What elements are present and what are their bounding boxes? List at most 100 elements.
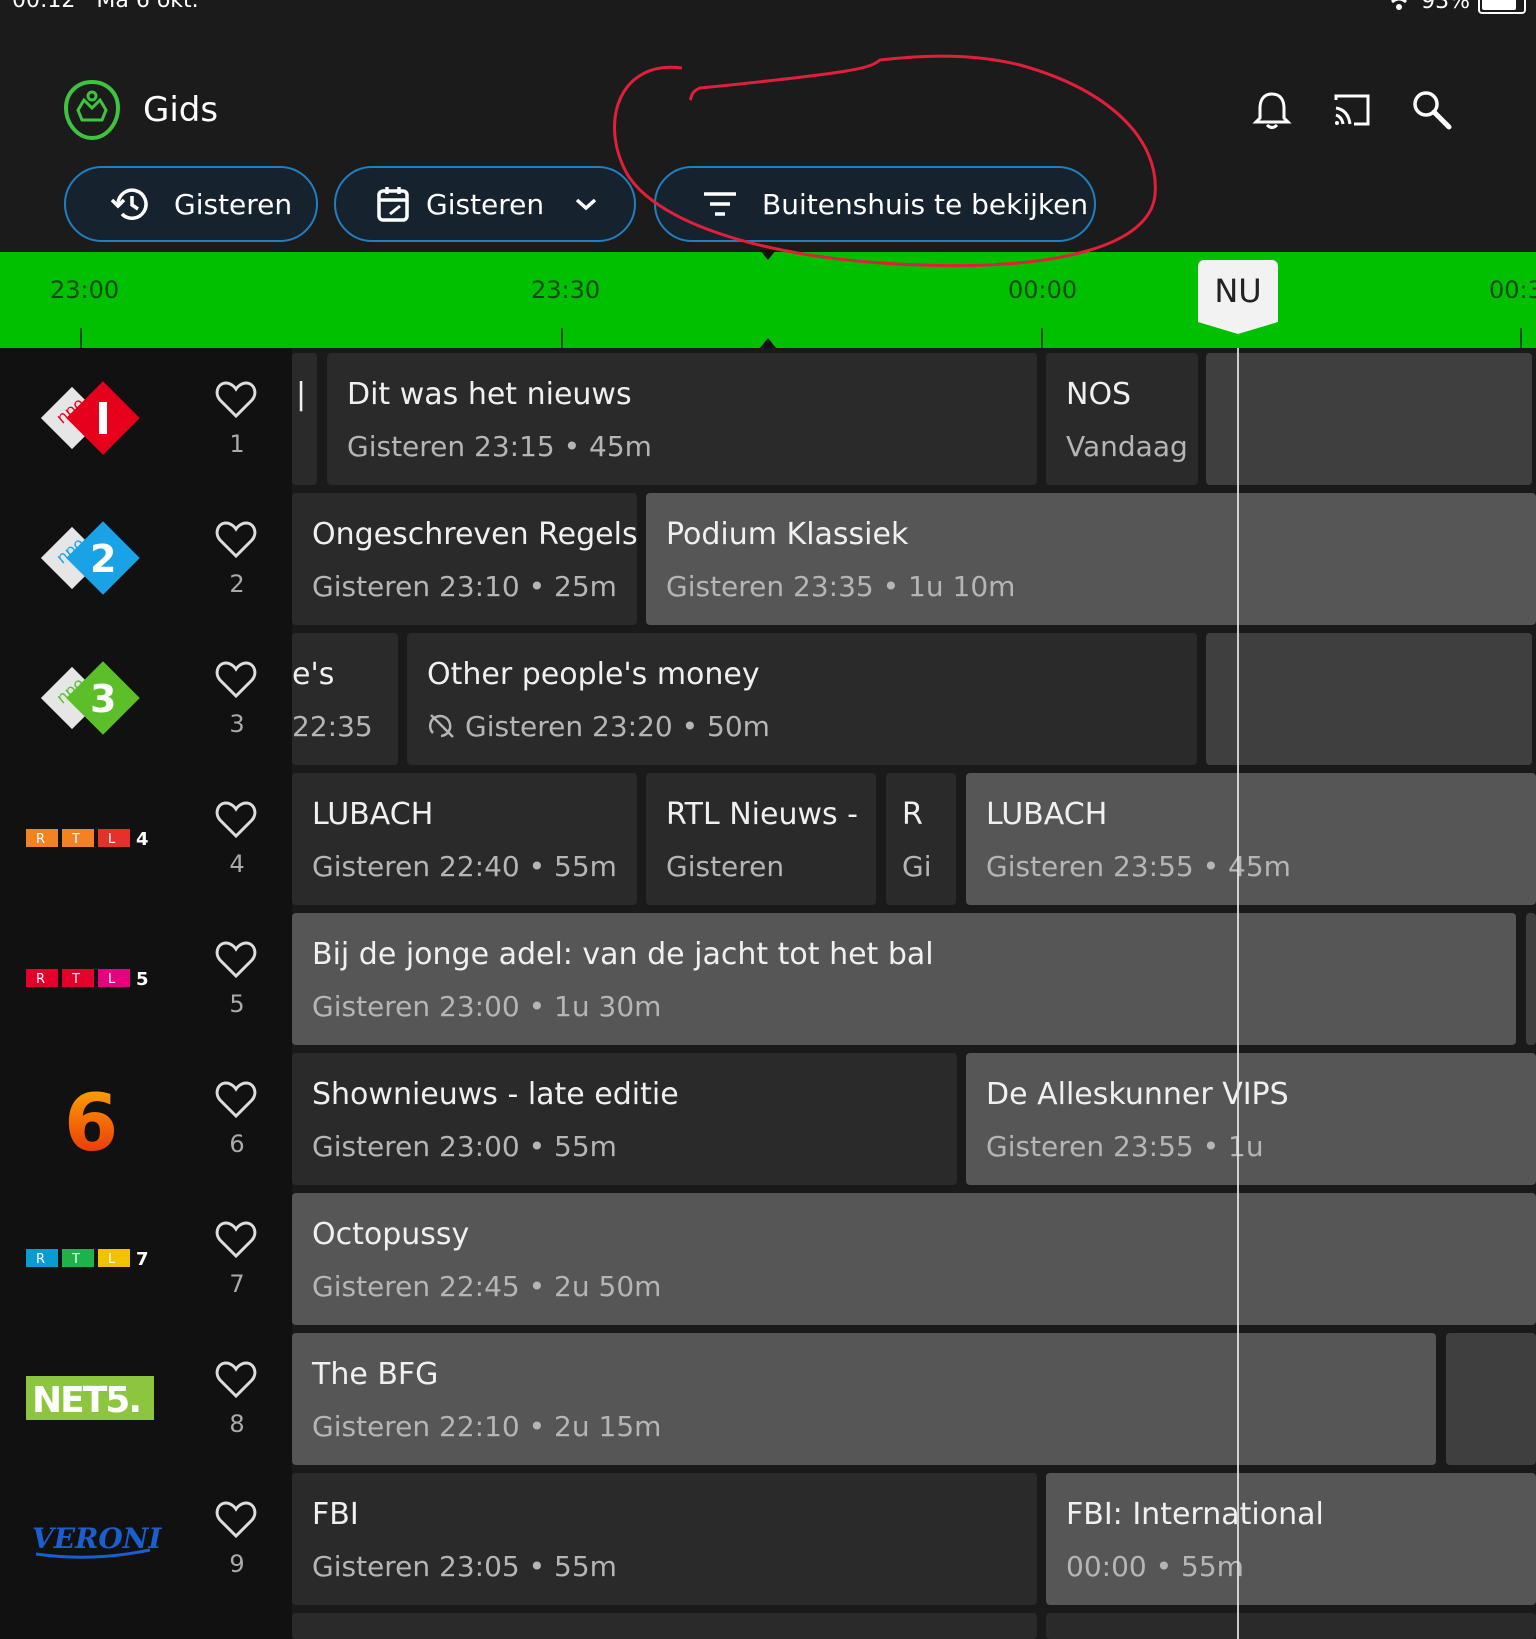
rtl4-logo: R T L 4: [26, 829, 149, 850]
npo2-logo: npo 2: [40, 521, 140, 595]
npo1-logo: npo: [40, 381, 140, 455]
cast-icon[interactable]: [1330, 88, 1374, 132]
history-icon: [110, 188, 148, 220]
program-time: Gisteren 23:55 • 45m: [986, 850, 1291, 883]
program-title: FBI: International: [1066, 1497, 1324, 1532]
outdoor-viewing-filter-button[interactable]: Buitenshuis te bekijken: [654, 166, 1096, 242]
history-filter-label: Gisteren: [174, 187, 293, 221]
svg-text:L: L: [108, 972, 116, 987]
channel-row[interactable]: R T L 4 4: [0, 768, 292, 908]
time-tick: [1520, 328, 1522, 348]
program-title: Shownieuws - late editie: [312, 1077, 679, 1112]
channel-row[interactable]: R T L 5 5: [0, 908, 292, 1048]
program-time: Gisteren 23:00 • 1u 30m: [312, 990, 662, 1023]
favorite-heart-icon[interactable]: [214, 660, 258, 700]
date-dropdown[interactable]: Gisteren: [334, 166, 636, 242]
program-title: R: [902, 797, 923, 832]
program-tile[interactable]: FBI Gisteren 23:05 • 55m: [292, 1473, 1037, 1605]
favorite-heart-icon[interactable]: [214, 1360, 258, 1400]
program-tile[interactable]: [1206, 633, 1532, 765]
program-title: FBI: [312, 1497, 359, 1532]
program-tile[interactable]: |: [292, 353, 317, 485]
program-time: Gisteren 23:20 • 50m: [465, 710, 770, 743]
program-time: 22:35: [292, 710, 373, 743]
program-time: Gisteren: [666, 850, 785, 883]
channel-row[interactable]: NET5. 8: [0, 1328, 292, 1468]
channel-number: 4: [229, 850, 245, 878]
history-filter-button[interactable]: Gisteren: [64, 166, 318, 242]
now-indicator[interactable]: NU: [1198, 260, 1278, 334]
time-label: 23:00: [50, 276, 120, 304]
calendar-icon: [377, 187, 409, 222]
net5-logo: NET5.: [26, 1376, 154, 1421]
channel-row[interactable]: npo 2 2: [0, 488, 292, 628]
channel-number: 8: [229, 1410, 245, 1438]
program-tile[interactable]: Podium Klassiek Gisteren 23:35 • 1u 10m: [646, 493, 1536, 625]
favorite-heart-icon[interactable]: [214, 1220, 258, 1260]
svg-text:6: 6: [64, 1079, 118, 1158]
program-tile[interactable]: e's 22:35: [292, 633, 398, 765]
program-time: Gisteren 22:40 • 55m: [312, 850, 617, 883]
program-tile[interactable]: [1446, 1333, 1536, 1465]
channel-row[interactable]: npo 3 3: [0, 628, 292, 768]
svg-text:L: L: [108, 1252, 116, 1267]
program-tile[interactable]: [292, 1613, 1037, 1639]
page-title: Gids: [143, 90, 219, 130]
program-tile[interactable]: R Gi: [886, 773, 956, 905]
program-title: LUBACH: [312, 797, 434, 832]
channel-row[interactable]: npo 1: [0, 348, 292, 488]
program-time: Gi: [902, 850, 932, 883]
channel-number: 7: [229, 1270, 245, 1298]
svg-text:2: 2: [90, 537, 116, 581]
favorite-heart-icon[interactable]: [214, 800, 258, 840]
program-tile[interactable]: Bij de jonge adel: van de jacht tot het …: [292, 913, 1516, 1045]
svg-text:5: 5: [136, 969, 149, 990]
time-ruler[interactable]: 23:00 23:30 00:00 00:3 NU: [0, 252, 1536, 348]
time-label: 00:3: [1489, 276, 1536, 304]
svg-text:7: 7: [136, 1249, 149, 1270]
program-tile[interactable]: Octopussy Gisteren 22:45 • 2u 50m: [292, 1193, 1536, 1325]
program-tile[interactable]: The BFG Gisteren 22:10 • 2u 15m: [292, 1333, 1436, 1465]
program-title: Octopussy: [312, 1217, 470, 1252]
app-header: Gids Gisteren Gisteren Buitenshuis te be…: [0, 30, 1536, 252]
channel-row[interactable]: VERONICA 9: [0, 1468, 292, 1608]
program-tile[interactable]: FBI: International 00:00 • 55m: [1046, 1473, 1536, 1605]
program-tile[interactable]: Shownieuws - late editie Gisteren 23:00 •…: [292, 1053, 957, 1185]
program-tile[interactable]: [1526, 913, 1536, 1045]
program-tile[interactable]: LUBACH Gisteren 23:55 • 45m: [966, 773, 1536, 905]
favorite-heart-icon[interactable]: [214, 940, 258, 980]
status-right: 93%: [1385, 0, 1526, 14]
search-icon[interactable]: [1410, 88, 1454, 132]
program-tile[interactable]: RTL Nieuws - Gisteren: [646, 773, 876, 905]
program-title: RTL Nieuws -: [666, 797, 859, 832]
favorite-heart-icon[interactable]: [214, 1500, 258, 1540]
status-date: Ma 6 okt.: [96, 0, 199, 13]
svg-text:T: T: [71, 832, 80, 847]
channel-number: 3: [229, 710, 245, 738]
channel-row[interactable]: R T L 7 7: [0, 1188, 292, 1328]
current-time-line: [1237, 348, 1239, 1639]
svg-text:R: R: [36, 972, 45, 987]
channel-row[interactable]: 6 6: [0, 1048, 292, 1188]
program-tile[interactable]: De Alleskunner VIPS Gisteren 23:55 • 1u: [966, 1053, 1536, 1185]
program-tile[interactable]: [1206, 353, 1532, 485]
program-tile[interactable]: [1046, 1613, 1536, 1639]
battery-icon: [1478, 0, 1526, 14]
program-tile[interactable]: Ongeschreven Regels Gisteren 23:10 • 25m: [292, 493, 637, 625]
program-time: Gisteren 23:15 • 45m: [347, 430, 652, 463]
favorite-heart-icon[interactable]: [214, 380, 258, 420]
program-title: Bij de jonge adel: van de jacht tot het …: [312, 937, 934, 972]
svg-text:4: 4: [136, 829, 149, 850]
program-tile[interactable]: Dit was het nieuws Gisteren 23:15 • 45m: [327, 353, 1037, 485]
program-tile[interactable]: NOS Vandaag: [1046, 353, 1198, 485]
program-subtitle-row: Gisteren 23:20 • 50m: [427, 710, 1197, 743]
veronica-logo: VERONICA: [32, 1522, 162, 1559]
favorite-heart-icon[interactable]: [214, 520, 258, 560]
program-tile[interactable]: Other people's money Gisteren 23:20 • 50m: [407, 633, 1197, 765]
channel-row[interactable]: [0, 1608, 292, 1639]
favorite-heart-icon[interactable]: [214, 1080, 258, 1120]
date-dropdown-label: Gisteren: [426, 187, 545, 221]
program-tile[interactable]: LUBACH Gisteren 22:40 • 55m: [292, 773, 637, 905]
svg-text:NET5.: NET5.: [32, 1380, 140, 1421]
bell-icon[interactable]: [1250, 88, 1294, 132]
